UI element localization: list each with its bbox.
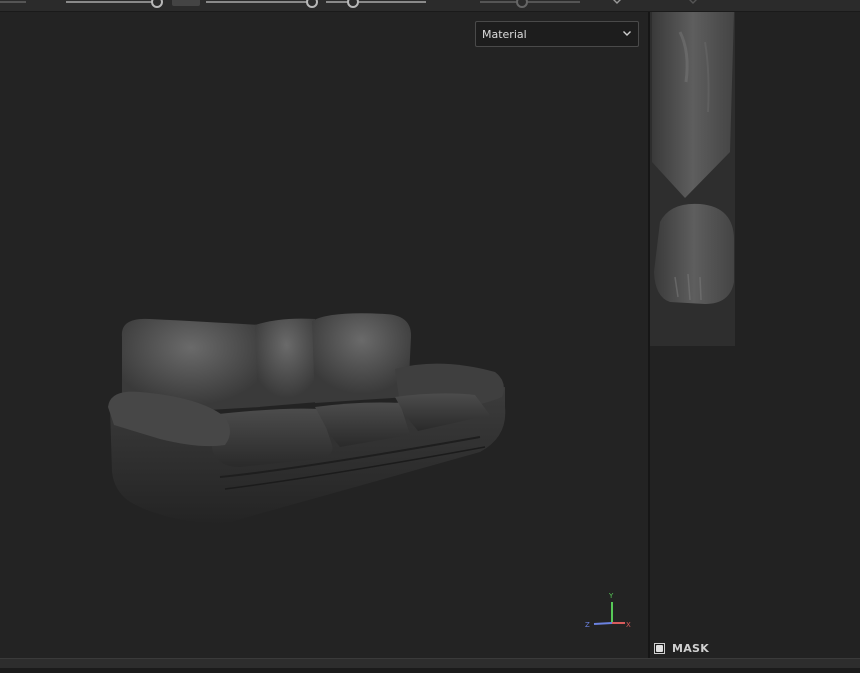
gizmo-y-label: Y [608,592,614,600]
toolbar-slider-4[interactable] [480,0,580,11]
toolbar-slider-3[interactable] [326,0,426,11]
top-toolbar [0,0,860,12]
uv-map[interactable] [650,12,735,346]
uv-panel: MASK [650,12,860,658]
bottom-bar [0,658,860,673]
3d-viewport[interactable]: Material Y X Z [0,12,648,658]
sofa-model[interactable] [100,297,520,532]
gizmo-z-label: Z [585,621,590,629]
slider-knob[interactable] [306,0,318,8]
toolbar-value-box[interactable] [172,0,200,6]
chevron-down-icon[interactable] [688,0,698,7]
axis-gizmo-icon: Y X Z [585,592,631,629]
slider-knob[interactable] [516,0,528,8]
chevron-down-icon [623,31,631,36]
display-mode-value: Material [482,27,527,41]
slider-knob[interactable] [347,0,359,8]
checkbox-icon[interactable] [654,642,665,654]
toolbar-slider-1[interactable] [66,0,163,11]
slider-knob[interactable] [151,0,163,8]
toolbar-slider-0[interactable] [0,0,26,11]
chevron-down-icon[interactable] [612,0,622,7]
bottom-scroll-strip[interactable] [0,668,860,673]
mask-toggle[interactable]: MASK [654,640,709,656]
gizmo-x-label: X [626,621,631,629]
display-mode-select[interactable]: Material [475,21,639,47]
toolbar-slider-2[interactable] [206,0,318,11]
mask-label: MASK [672,641,710,655]
